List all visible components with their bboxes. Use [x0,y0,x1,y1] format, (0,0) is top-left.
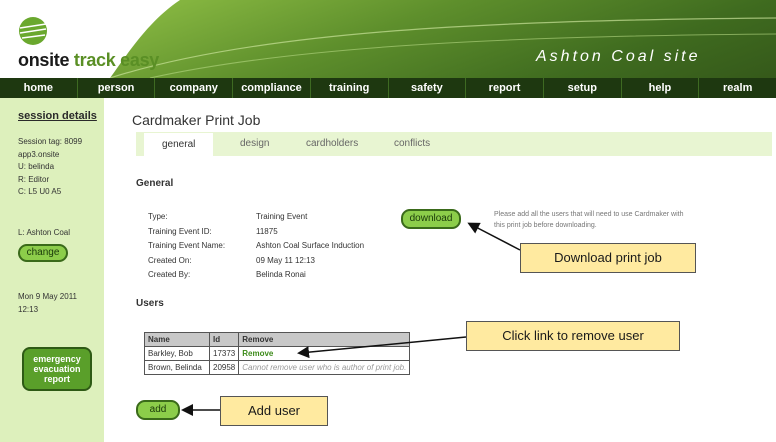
cannot-remove-note: Cannot remove user who is author of prin… [238,360,411,375]
session-details-heading: session details [18,110,97,122]
table-row: Barkley, Bob 17373 Remove [144,346,411,361]
nav-item-help[interactable]: help [622,78,700,98]
nav-item-training[interactable]: training [311,78,389,98]
session-sidebar: session details Session tag: 8099 app3.o… [0,98,104,442]
page-title: Cardmaker Print Job [132,112,261,128]
session-datetime: Mon 9 May 2011 12:13 [18,290,77,316]
detail-value: Belinda Ronai [256,270,306,279]
nav-item-realm[interactable]: realm [699,78,776,98]
session-location: L: Ashton Coal [18,228,71,237]
table-header-row: Name Id Remove [144,332,411,347]
detail-row-event-name: Training Event Name: Ashton Coal Surface … [148,239,364,254]
column-header-id: Id [208,332,240,347]
nav-item-company[interactable]: company [155,78,234,98]
session-tag: Session tag: 8099 [18,137,83,146]
tab-general[interactable]: general [144,132,214,157]
detail-row-created-by: Created By: Belinda Ronai [148,268,364,283]
detail-label: Training Event ID: [148,226,212,236]
nav-item-setup[interactable]: setup [544,78,622,98]
print-job-details: Type: Training Event Training Event ID: 11… [148,210,364,283]
nav-item-person[interactable]: person [78,78,156,98]
nav-item-home[interactable]: home [0,78,78,98]
column-header-name: Name [144,332,210,347]
user-id-cell: 17373 [208,346,240,361]
site-name: Ashton Coal site [536,48,701,65]
table-row: Brown, Belinda 20958 Cannot remove user … [144,360,411,375]
session-time: 12:13 [18,305,39,314]
tab-cardholders[interactable]: cardholders [306,132,358,156]
tab-bar: general design cardholders conflicts [136,132,772,157]
change-location-button[interactable]: change [18,244,68,262]
header: onsite track easy Ashton Coal site [0,0,776,78]
tab-design[interactable]: design [240,132,269,156]
session-context: C: L5 U0 A5 [18,187,62,196]
session-date: Mon 9 May 2011 [18,292,77,301]
user-name-cell: Brown, Belinda [144,360,210,375]
column-header-remove: Remove [238,332,411,347]
users-table: Name Id Remove Barkley, Bob 17373 Remove… [144,332,411,375]
nav-item-compliance[interactable]: compliance [233,78,311,98]
session-server: app3.onsite [18,149,60,159]
detail-label: Created On: [148,255,192,265]
detail-value: 11875 [256,226,278,236]
nav-item-safety[interactable]: safety [389,78,467,98]
detail-label: Type: [148,212,168,221]
add-user-button[interactable]: add [136,400,180,420]
emergency-line: evacuation [33,364,81,374]
emergency-line: emergency [33,354,81,364]
callout-download-print-job: Download print job [520,243,696,273]
session-role: R: Editor [18,174,50,184]
detail-label: Created By: [148,270,191,279]
detail-row-type: Type: Training Event [148,210,364,225]
session-user: U: belinda [18,162,55,171]
detail-value: 09 May 11 12:13 [256,255,316,265]
session-info: Session tag: 8099 app3.onsite U: belinda… [18,136,82,199]
detail-row-created-on: Created On: 09 May 11 12:13 [148,254,364,269]
callout-remove-user: Click link to remove user [466,321,680,351]
download-hint: Please add all the users that will need … [494,211,684,229]
emergency-evacuation-report-button[interactable]: emergency evacuation report [22,347,92,391]
callout-add-user: Add user [220,396,328,426]
main-nav: home person company compliance training … [0,78,776,98]
detail-row-event-id: Training Event ID: 11875 [148,225,364,240]
remove-user-link[interactable]: Remove [238,346,411,361]
users-heading: Users [136,298,164,309]
user-name-cell: Barkley, Bob [144,346,210,361]
user-id-cell: 20958 [208,360,240,375]
onsite-logo-icon [19,17,47,45]
logo-wordmark[interactable]: onsite track easy [18,50,159,71]
tab-conflicts[interactable]: conflicts [394,132,430,156]
detail-value: Training Event [256,212,308,221]
emergency-line: report [43,374,70,384]
download-button[interactable]: download [401,209,461,229]
detail-value: Ashton Coal Surface Induction [256,241,365,250]
detail-label: Training Event Name: [148,241,226,250]
nav-item-report[interactable]: report [466,78,544,98]
general-heading: General [136,178,174,189]
